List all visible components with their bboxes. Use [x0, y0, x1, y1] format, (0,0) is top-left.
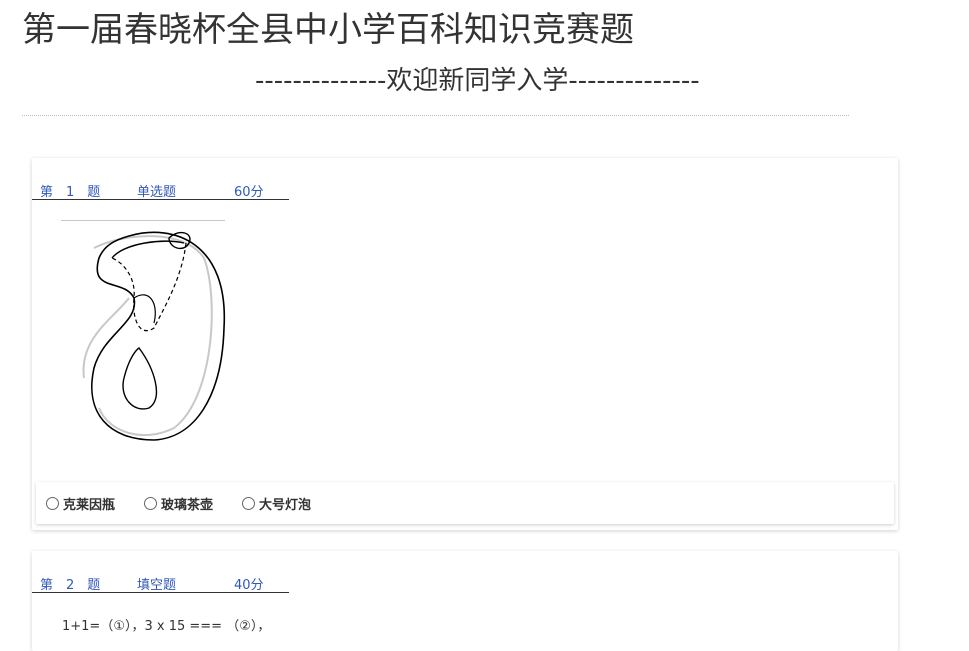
page-subtitle: --------------欢迎新同学入学--------------	[255, 66, 700, 96]
option-label: 大号灯泡	[259, 497, 312, 513]
fill-blank-text: 1+1=（①），3 x 15 === （②），	[62, 619, 271, 634]
option-label: 玻璃茶壶	[161, 497, 214, 513]
question-header: 第 1 题 单选题 60分	[32, 180, 289, 200]
question-type: 单选题	[137, 185, 177, 200]
question-score: 60分	[234, 185, 264, 200]
option-glass-teapot[interactable]: 玻璃茶壶	[144, 493, 213, 513]
klein-bottle-figure	[54, 218, 234, 448]
question-header: 第 2 题 填空题 40分	[32, 573, 289, 593]
question-type: 填空题	[137, 578, 177, 593]
option-label: 克莱因瓶	[63, 497, 116, 513]
question-number: 第 2 题	[40, 578, 101, 593]
radio-icon[interactable]	[242, 496, 255, 510]
radio-icon[interactable]	[46, 496, 59, 510]
question-score: 40分	[234, 578, 264, 593]
answer-options: 克莱因瓶 玻璃茶壶 大号灯泡	[36, 482, 894, 524]
radio-icon[interactable]	[144, 496, 157, 510]
page-title: 第一届春晓杯全县中小学百科知识竞赛题	[22, 10, 634, 50]
option-klein-bottle[interactable]: 克莱因瓶	[46, 493, 115, 513]
question-card-1: 第 1 题 单选题 60分 克莱因瓶 玻璃茶壶 大号灯泡	[32, 158, 898, 530]
question-number: 第 1 题	[40, 185, 101, 200]
question-card-2: 第 2 题 填空题 40分 1+1=（①），3 x 15 === （②），	[32, 551, 898, 651]
title-divider	[22, 115, 849, 116]
option-large-bulb[interactable]: 大号灯泡	[242, 493, 311, 513]
